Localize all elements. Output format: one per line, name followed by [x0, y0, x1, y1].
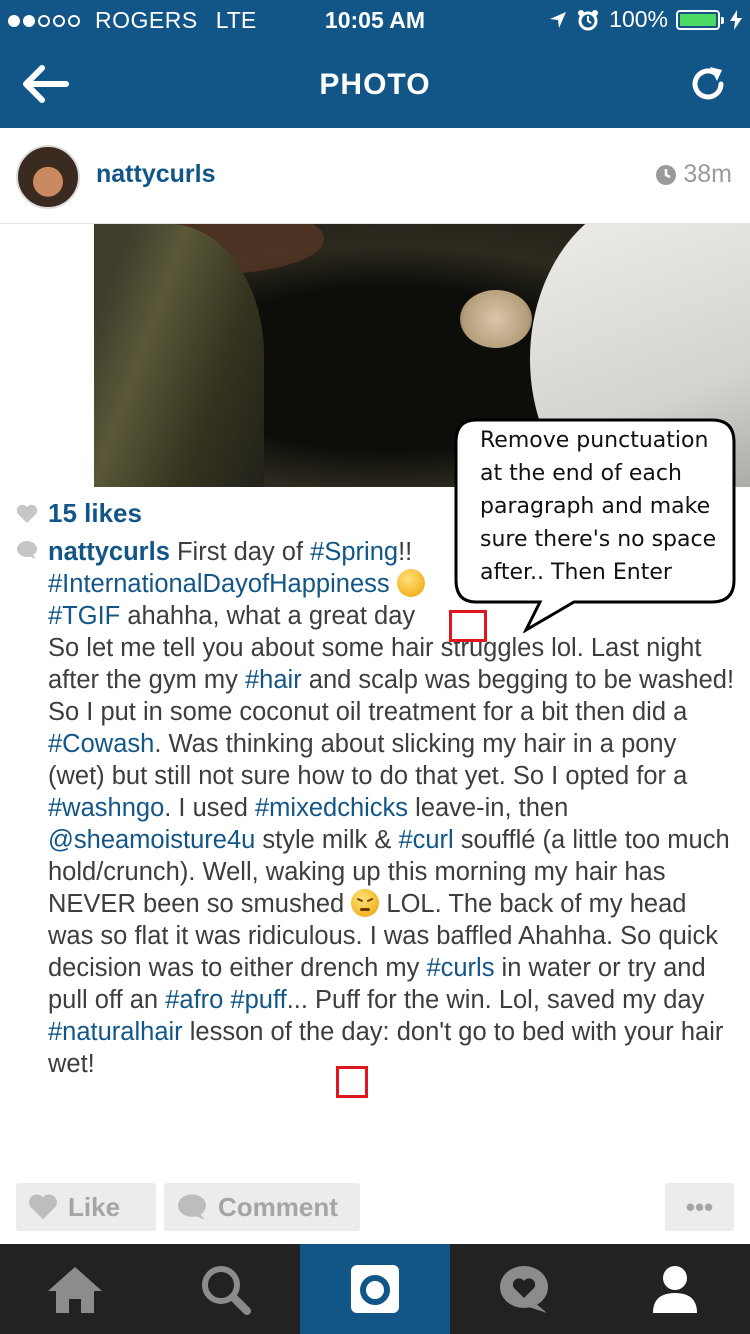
mention-link[interactable]: @sheamoisture4u [48, 826, 255, 854]
hashtag-link[interactable]: #hair [245, 666, 302, 694]
hashtag-link[interactable]: #curls [426, 954, 494, 982]
tab-home[interactable] [0, 1244, 150, 1334]
comment-bubble-icon [178, 1194, 206, 1220]
page-title: PHOTO [319, 68, 431, 101]
hashtag-link[interactable]: #curl [398, 826, 453, 854]
tab-activity[interactable] [450, 1244, 600, 1334]
like-label: Like [68, 1191, 121, 1222]
battery-percentage: 100% [609, 6, 668, 32]
hashtag-link[interactable]: #naturalhair [48, 1018, 183, 1046]
likes-count[interactable]: 15 likes [16, 498, 142, 529]
post-username[interactable]: nattycurls [96, 160, 215, 189]
profile-icon [653, 1266, 697, 1313]
post-time: 38m [655, 160, 732, 189]
home-icon [48, 1267, 102, 1313]
camera-icon [351, 1265, 399, 1313]
caption-text: leave-in, then [408, 794, 569, 822]
caption-text: ... Puff for the win. Lol, saved my day [286, 986, 705, 1014]
tab-bar [0, 1244, 750, 1334]
post-header: nattycurls 38m [0, 128, 750, 224]
tab-profile[interactable] [600, 1244, 750, 1334]
emoji-icon [396, 569, 425, 597]
callout-text: Remove punctuation at the end of each pa… [480, 428, 717, 585]
refresh-icon[interactable] [688, 64, 728, 104]
caption-text: First day of [169, 538, 311, 566]
caption-text: ahahha, what a great day [120, 602, 416, 630]
hashtag-link[interactable]: #InternationalDayofHappiness [48, 570, 390, 598]
hashtag-link[interactable]: #washngo [48, 794, 164, 822]
hashtag-link[interactable]: #puff [230, 986, 286, 1014]
tab-search[interactable] [150, 1244, 300, 1334]
annotation-callout: Remove punctuation at the end of each pa… [454, 418, 736, 633]
caption-text: . I used [164, 794, 255, 822]
hashtag-link[interactable]: #afro [165, 986, 223, 1014]
battery-icon [676, 9, 724, 30]
more-options-button[interactable]: ••• [665, 1183, 734, 1231]
nav-bar: PHOTO [0, 40, 750, 128]
caption-text: !! [398, 538, 413, 566]
charging-bolt-icon [730, 9, 742, 30]
clock-icon [656, 164, 677, 185]
alarm-clock-icon [578, 9, 599, 30]
search-icon [202, 1266, 251, 1315]
comment-label: Comment [218, 1191, 338, 1222]
hashtag-link[interactable]: #TGIF [48, 602, 120, 630]
activity-icon [500, 1266, 548, 1313]
hashtag-link[interactable]: #Cowash [48, 730, 154, 758]
hashtag-link[interactable]: #mixedchicks [255, 794, 408, 822]
likes-label: 15 likes [48, 498, 142, 528]
more-options-label: ••• [685, 1191, 714, 1222]
time-ago-label: 38m [683, 160, 732, 188]
angry-face-emoji-icon [351, 889, 380, 917]
tab-camera[interactable] [300, 1244, 450, 1334]
heart-icon [16, 504, 38, 523]
location-arrow-icon [550, 11, 567, 28]
comment-button[interactable]: Comment [164, 1183, 360, 1231]
comment-bubble-icon [17, 541, 37, 559]
hashtag-link[interactable]: #Spring [310, 538, 398, 566]
avatar[interactable] [16, 145, 80, 209]
status-bar: ROGERS LTE 10:05 AM 100% [0, 0, 750, 40]
like-button[interactable]: Like [16, 1183, 156, 1231]
caption-text: style milk & [255, 826, 399, 854]
header-bar: ROGERS LTE 10:05 AM 100% PHOTO [0, 0, 750, 128]
highlight-box [336, 1066, 368, 1098]
heart-icon [29, 1194, 57, 1220]
caption-username[interactable]: nattycurls [48, 538, 170, 566]
